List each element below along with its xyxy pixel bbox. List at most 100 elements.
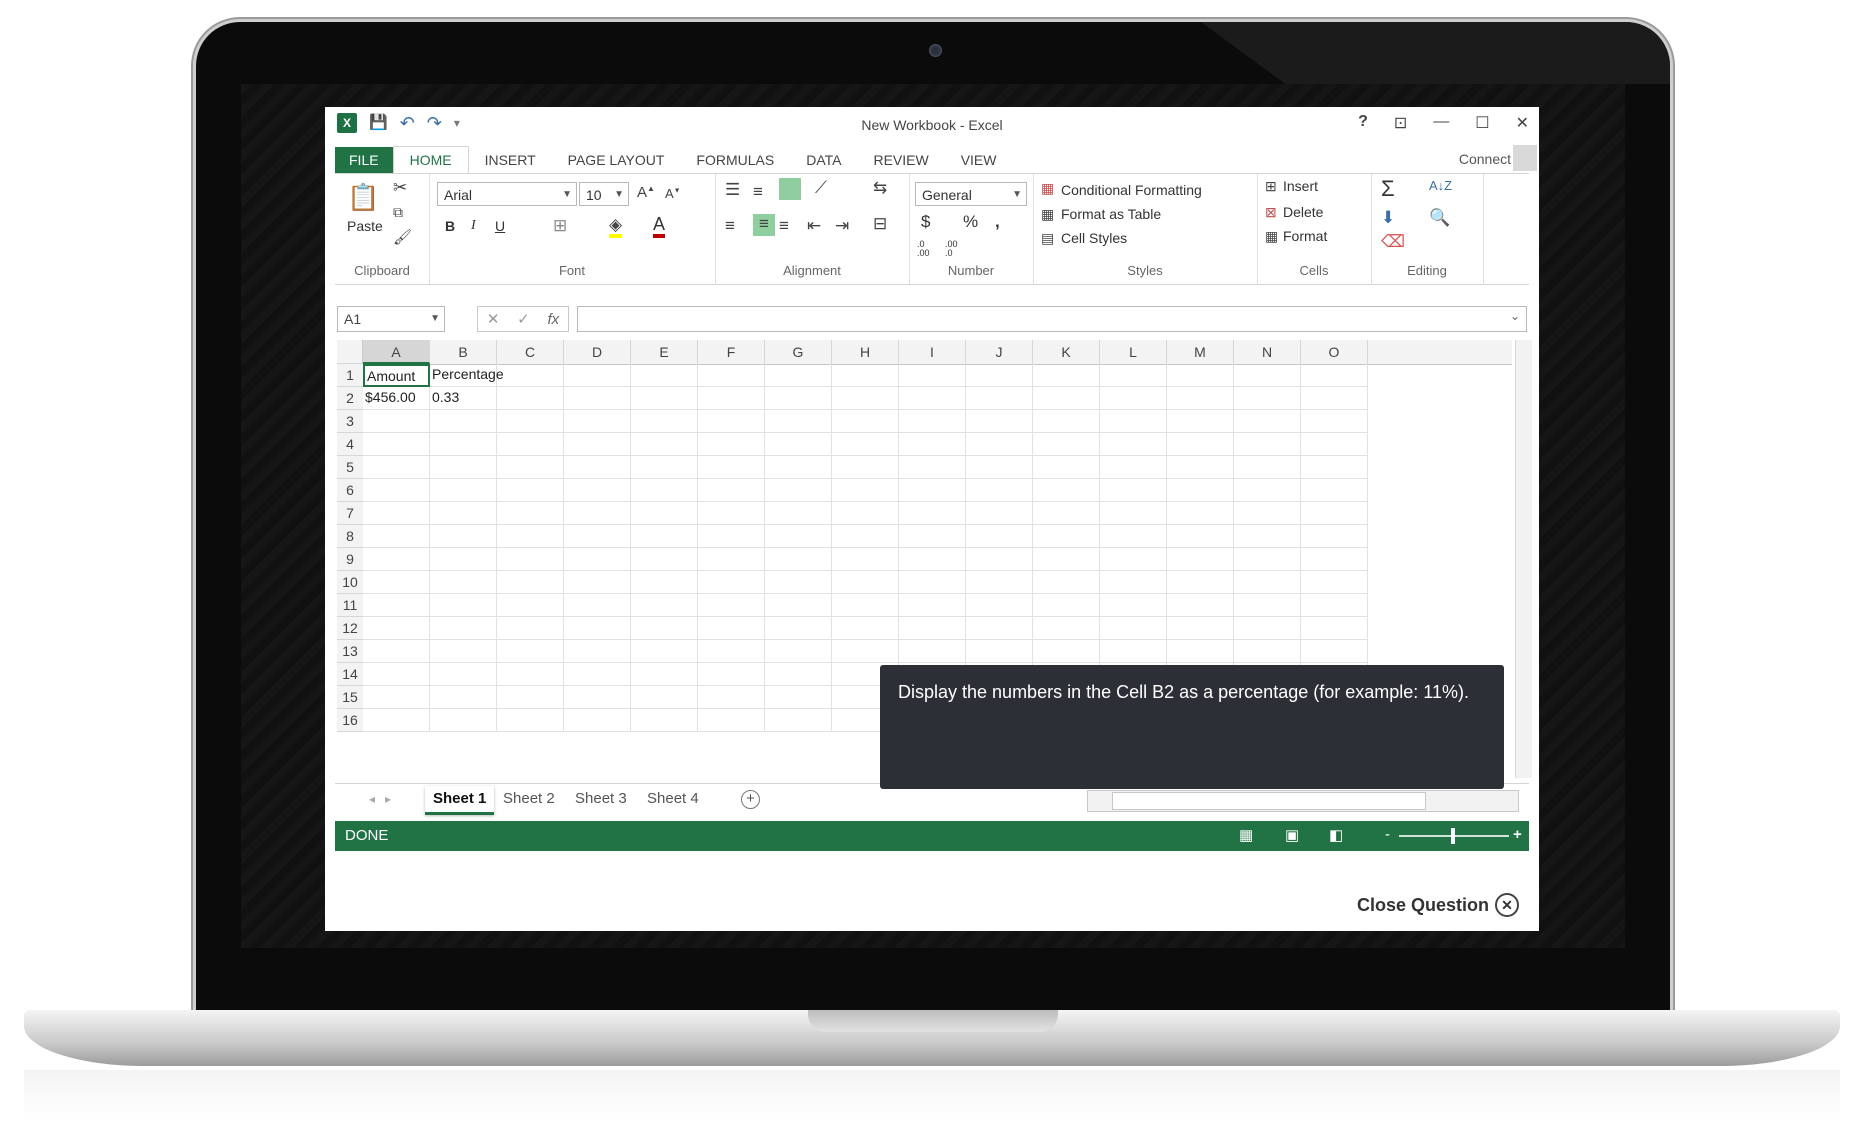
cell-l3[interactable] xyxy=(1100,410,1167,433)
cell-m10[interactable] xyxy=(1167,571,1234,594)
cell-e8[interactable] xyxy=(631,525,698,548)
cell-f14[interactable] xyxy=(698,663,765,686)
cell-k8[interactable] xyxy=(1033,525,1100,548)
column-header-m[interactable]: M xyxy=(1167,340,1234,364)
format-table-icon[interactable]: ▦ xyxy=(1041,206,1054,223)
cell-c2[interactable] xyxy=(497,387,564,410)
cell-l7[interactable] xyxy=(1100,502,1167,525)
cell-j6[interactable] xyxy=(966,479,1033,502)
merge-center-icon[interactable]: ⊟ xyxy=(873,214,887,234)
cell-f2[interactable] xyxy=(698,387,765,410)
insert-cells-button[interactable]: Insert xyxy=(1283,178,1318,194)
cell-g12[interactable] xyxy=(765,617,832,640)
cell-h12[interactable] xyxy=(832,617,899,640)
cell-e3[interactable] xyxy=(631,410,698,433)
cell-c7[interactable] xyxy=(497,502,564,525)
cell-e12[interactable] xyxy=(631,617,698,640)
column-header-k[interactable]: K xyxy=(1033,340,1100,364)
cell-c16[interactable] xyxy=(497,709,564,732)
formula-input[interactable]: ⌄ xyxy=(577,306,1527,332)
cell-g16[interactable] xyxy=(765,709,832,732)
cell-i11[interactable] xyxy=(899,594,966,617)
cell-d6[interactable] xyxy=(564,479,631,502)
close-icon[interactable]: ✕ xyxy=(1516,113,1529,133)
autosum-button[interactable]: Σ xyxy=(1381,176,1395,202)
cell-k13[interactable] xyxy=(1033,640,1100,663)
row-header-2[interactable]: 2 xyxy=(337,387,363,410)
row-header-7[interactable]: 7 xyxy=(337,502,363,525)
cell-d11[interactable] xyxy=(564,594,631,617)
row-header-4[interactable]: 4 xyxy=(337,433,363,456)
bold-button[interactable]: B xyxy=(445,218,455,234)
cell-k10[interactable] xyxy=(1033,571,1100,594)
number-format-select[interactable]: General ▼ xyxy=(915,182,1027,206)
delete-cells-button[interactable]: Delete xyxy=(1283,204,1323,220)
cell-o2[interactable] xyxy=(1301,387,1368,410)
maximize-icon[interactable]: ☐ xyxy=(1475,113,1489,133)
cell-i1[interactable] xyxy=(899,364,966,387)
format-cells-button[interactable]: Format xyxy=(1283,228,1327,244)
cell-j11[interactable] xyxy=(966,594,1033,617)
cell-i9[interactable] xyxy=(899,548,966,571)
cell-d15[interactable] xyxy=(564,686,631,709)
format-cells-icon[interactable]: ▦ xyxy=(1265,228,1278,245)
cell-c8[interactable] xyxy=(497,525,564,548)
cell-f5[interactable] xyxy=(698,456,765,479)
cell-j12[interactable] xyxy=(966,617,1033,640)
align-right-icon[interactable]: ≡ xyxy=(779,216,789,236)
cell-g4[interactable] xyxy=(765,433,832,456)
sheet-nav-arrows[interactable]: ◂ ▸ xyxy=(369,792,391,806)
cell-o1[interactable] xyxy=(1301,364,1368,387)
middle-align-icon[interactable]: ≡ xyxy=(753,182,763,202)
cell-c4[interactable] xyxy=(497,433,564,456)
column-header-c[interactable]: C xyxy=(497,340,564,364)
cell-c11[interactable] xyxy=(497,594,564,617)
currency-button[interactable]: $ xyxy=(921,212,930,232)
cell-a3[interactable] xyxy=(363,410,430,433)
cell-n12[interactable] xyxy=(1234,617,1301,640)
column-header-a[interactable]: A xyxy=(363,340,430,364)
cell-d1[interactable] xyxy=(564,364,631,387)
cell-d4[interactable] xyxy=(564,433,631,456)
orientation-icon[interactable]: ⟋ xyxy=(815,178,827,198)
cell-m12[interactable] xyxy=(1167,617,1234,640)
cell-o5[interactable] xyxy=(1301,456,1368,479)
minimize-icon[interactable]: — xyxy=(1433,113,1449,133)
column-header-o[interactable]: O xyxy=(1301,340,1368,364)
cell-o9[interactable] xyxy=(1301,548,1368,571)
tab-page-layout[interactable]: PAGE LAYOUT xyxy=(552,147,681,173)
cell-k1[interactable] xyxy=(1033,364,1100,387)
cell-l12[interactable] xyxy=(1100,617,1167,640)
cell-o11[interactable] xyxy=(1301,594,1368,617)
cell-j7[interactable] xyxy=(966,502,1033,525)
cell-n13[interactable] xyxy=(1234,640,1301,663)
row-header-9[interactable]: 9 xyxy=(337,548,363,571)
cell-g6[interactable] xyxy=(765,479,832,502)
cell-m4[interactable] xyxy=(1167,433,1234,456)
cell-f1[interactable] xyxy=(698,364,765,387)
cell-g7[interactable] xyxy=(765,502,832,525)
cell-c14[interactable] xyxy=(497,663,564,686)
cell-h7[interactable] xyxy=(832,502,899,525)
cell-h8[interactable] xyxy=(832,525,899,548)
increase-decimal-button[interactable]: .0 .00 xyxy=(917,240,939,258)
row-header-3[interactable]: 3 xyxy=(337,410,363,433)
cell-a16[interactable] xyxy=(363,709,430,732)
cell-o4[interactable] xyxy=(1301,433,1368,456)
cell-l9[interactable] xyxy=(1100,548,1167,571)
decrease-decimal-button[interactable]: .00 .0 xyxy=(945,240,967,258)
cell-k2[interactable] xyxy=(1033,387,1100,410)
cell-k4[interactable] xyxy=(1033,433,1100,456)
align-left-icon[interactable]: ≡ xyxy=(725,216,735,236)
ribbon-display-icon[interactable]: ⊡ xyxy=(1394,113,1407,133)
cell-a2[interactable]: $456.00 xyxy=(363,387,430,410)
cell-i2[interactable] xyxy=(899,387,966,410)
cell-styles-icon[interactable]: ▤ xyxy=(1041,230,1054,247)
sheet-tab-4[interactable]: Sheet 4 xyxy=(647,786,699,812)
sheet-tab-2[interactable]: Sheet 2 xyxy=(503,786,555,812)
font-family-select[interactable]: Arial ▼ xyxy=(437,182,577,206)
cell-e1[interactable] xyxy=(631,364,698,387)
cell-o8[interactable] xyxy=(1301,525,1368,548)
close-question-button[interactable]: Close Question ✕ xyxy=(1357,893,1520,917)
cell-b15[interactable] xyxy=(430,686,497,709)
